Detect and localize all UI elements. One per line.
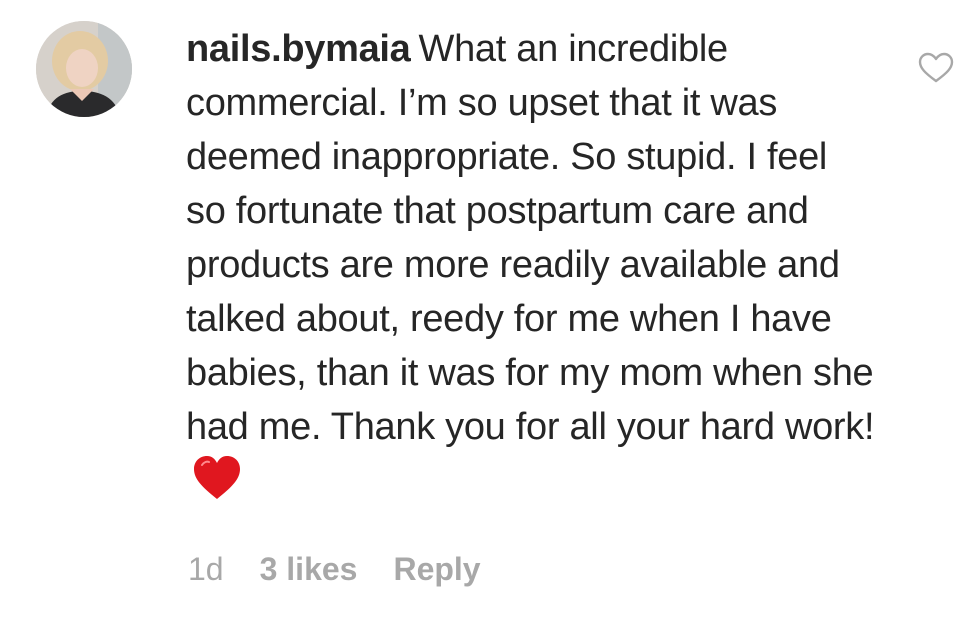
likes-count-button[interactable]: 3 likes [260, 547, 358, 591]
profile-photo [36, 21, 132, 117]
heart-outline-icon[interactable] [918, 52, 954, 84]
red-heart-emoji-icon [194, 456, 240, 499]
reply-button[interactable]: Reply [393, 547, 480, 591]
comment-body: nails.bymaia What an incredible commercia… [186, 22, 876, 508]
username-link[interactable]: nails.bymaia [186, 28, 411, 70]
comment-meta: 1d 3 likes Reply [188, 547, 481, 591]
comment-text: What an incredible commercial. I’m so up… [186, 28, 875, 448]
avatar[interactable] [36, 21, 132, 117]
timestamp: 1d [188, 551, 224, 587]
comment: nails.bymaia What an incredible commercia… [0, 0, 980, 617]
